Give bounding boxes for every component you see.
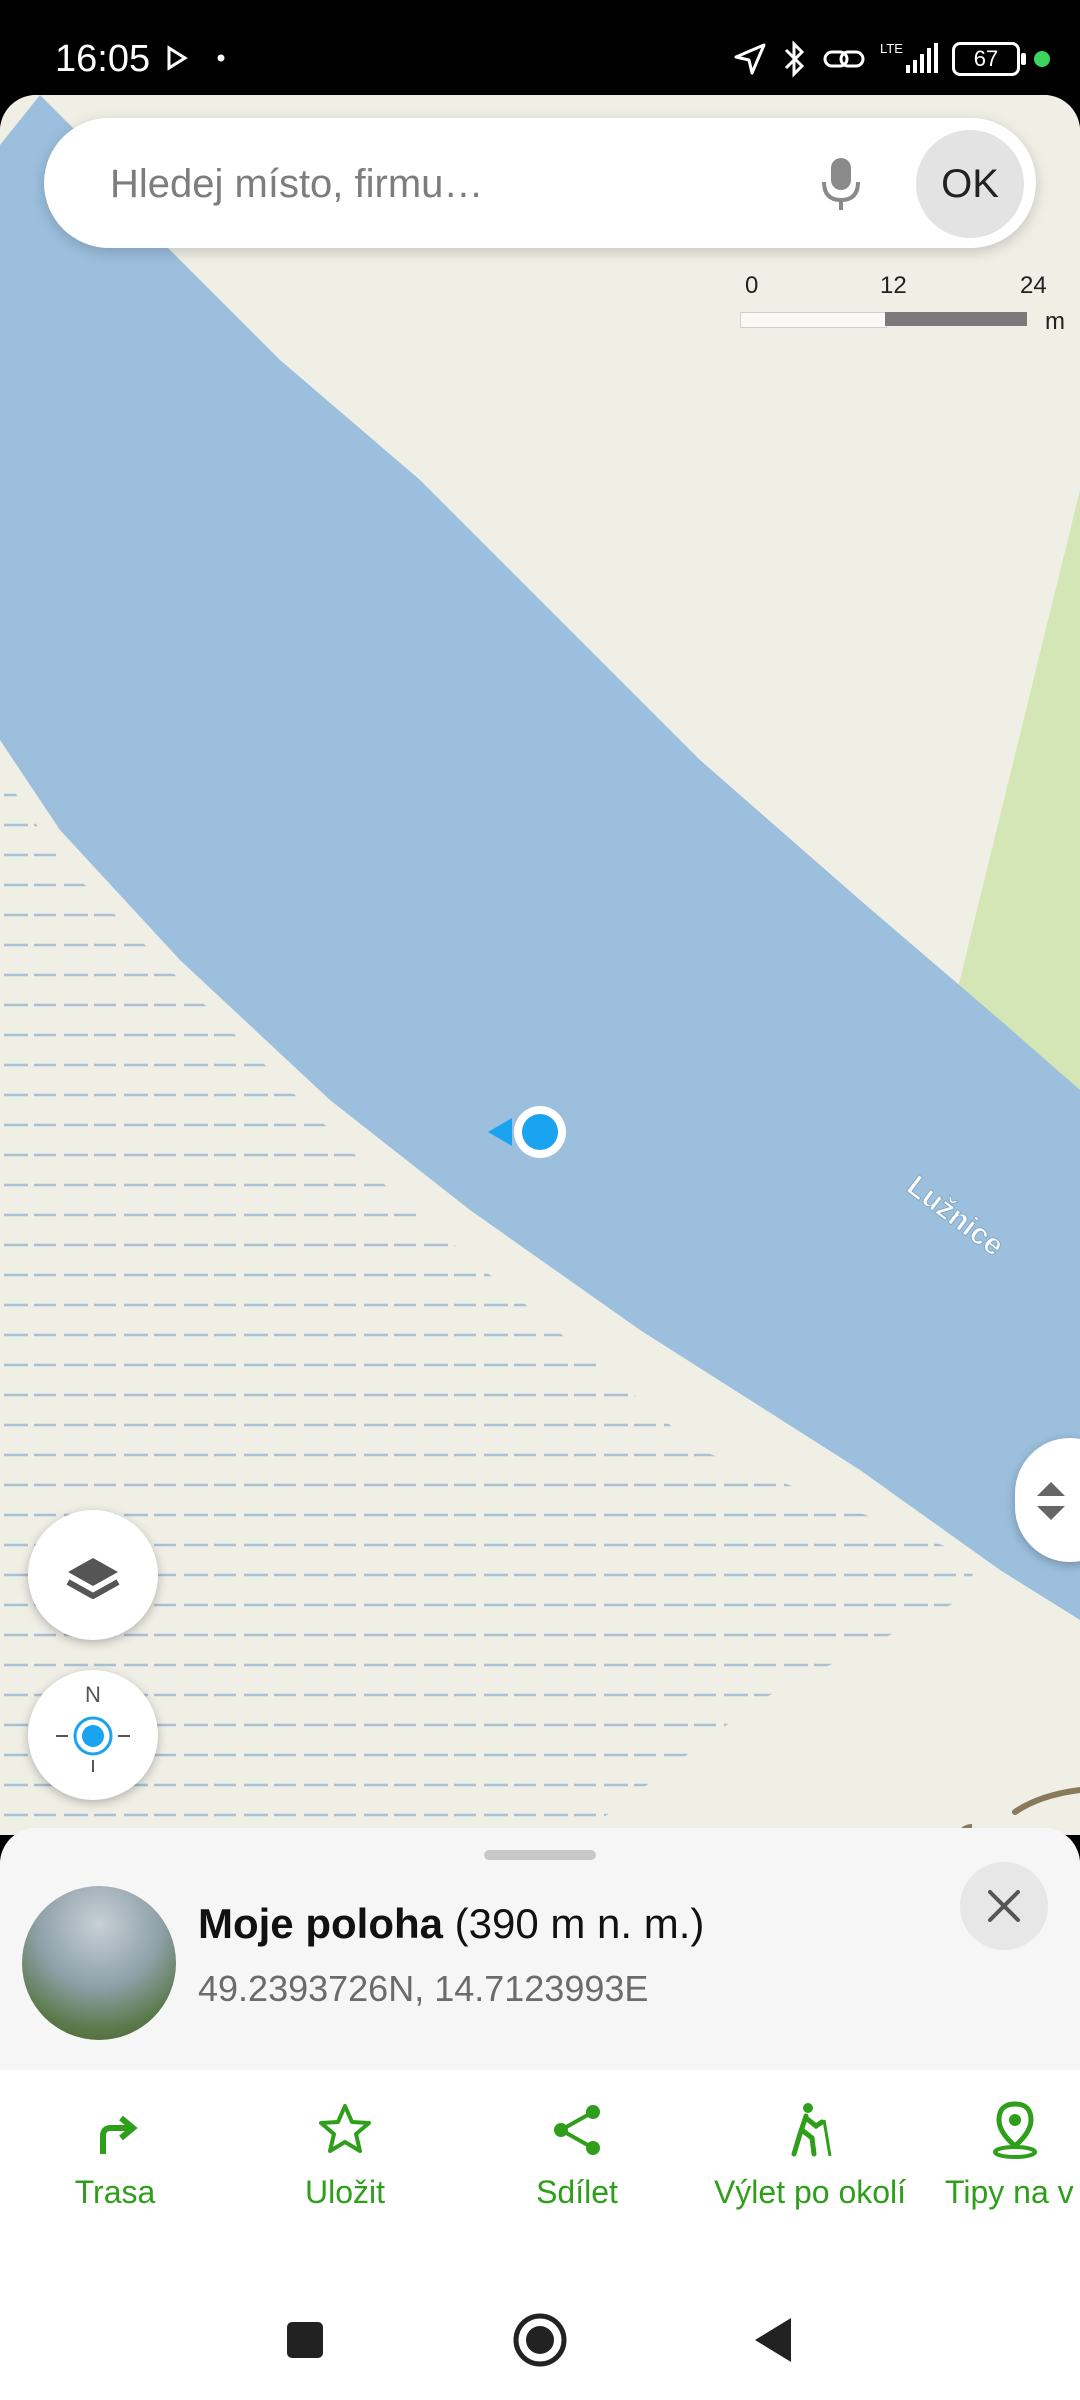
map-canvas[interactable]: Lužnice — [0, 95, 1080, 1835]
sheet-drag-handle[interactable] — [484, 1850, 596, 1860]
place-actions: Trasa Uložit Sdílet Výlet po okolí Tipy … — [0, 2100, 1080, 2250]
place-title: Moje poloha (390 m n. m.) — [198, 1900, 704, 1948]
search-ok-button[interactable]: OK — [916, 130, 1024, 238]
place-coordinates[interactable]: 49.2393726N, 14.7123993E — [198, 1968, 648, 2010]
status-bar: 16:05 LTE 67 — [0, 0, 1080, 95]
place-title-name: Moje poloha — [198, 1900, 443, 1947]
route-arrow-icon — [100, 2115, 138, 2154]
my-location-button[interactable]: N — [28, 1670, 158, 1800]
scale-unit: m — [1045, 308, 1065, 335]
place-photo[interactable] — [22, 1886, 176, 2040]
star-icon — [319, 2104, 371, 2153]
close-button[interactable] — [960, 1862, 1048, 1950]
play-icon — [167, 45, 225, 71]
scale-segment-dark — [885, 312, 1027, 326]
action-nearby-trip[interactable]: Výlet po okolí — [700, 2100, 920, 2250]
map-pin-icon — [993, 2101, 1037, 2159]
scale-tick-0: 0 — [745, 272, 759, 299]
place-title-elevation: (390 m n. m.) — [443, 1900, 705, 1947]
action-route[interactable]: Trasa — [50, 2100, 180, 2250]
action-tips-label: Tipy na v — [945, 2174, 1074, 2210]
system-navigation-bar — [0, 2280, 1080, 2400]
home-button-icon[interactable] — [510, 2310, 570, 2370]
svg-text:LTE: LTE — [880, 41, 903, 56]
action-nearby-trip-label: Výlet po okolí — [713, 2174, 907, 2210]
action-save-label: Uložit — [304, 2174, 385, 2210]
share-icon — [554, 2105, 600, 2155]
microphone-icon[interactable] — [816, 154, 866, 214]
privacy-indicator-dot — [1034, 51, 1050, 67]
map-layers-button[interactable] — [28, 1510, 158, 1640]
compass-north-label: N — [85, 1682, 101, 1707]
action-share-label: Sdílet — [536, 2174, 618, 2210]
place-header: Moje poloha (390 m n. m.) 49.2393726N, 1… — [0, 1828, 1080, 2070]
close-icon — [988, 1890, 1020, 1922]
battery-indicator: 67 — [952, 42, 1026, 76]
hiker-icon — [791, 2103, 832, 2157]
scale-tick-12: 12 — [880, 272, 907, 299]
action-tips[interactable]: Tipy na v — [945, 2100, 1080, 2250]
scale-tick-24: 24 — [1020, 272, 1047, 299]
compass-location-icon: N — [56, 1682, 130, 1772]
layers-icon — [66, 1558, 120, 1599]
status-left-icons — [165, 44, 225, 79]
recents-button-icon[interactable] — [275, 2310, 335, 2370]
location-arrow-icon — [734, 43, 766, 75]
map-graphics: Lužnice — [0, 95, 1080, 1835]
map-scale: 0 12 24 m — [740, 270, 1070, 340]
link-icon — [823, 50, 865, 68]
status-right-icons: LTE 67 — [732, 40, 1050, 78]
action-save[interactable]: Uložit — [280, 2100, 410, 2250]
action-share[interactable]: Sdílet — [512, 2100, 642, 2250]
tilt-arrows-icon — [1037, 1482, 1065, 1520]
scale-segment-light — [740, 312, 887, 328]
back-button-icon[interactable] — [745, 2310, 805, 2370]
status-time: 16:05 — [55, 38, 151, 80]
signal-icon: LTE — [880, 41, 938, 73]
search-input[interactable]: Hledej místo, firmu… — [110, 162, 483, 207]
bluetooth-icon — [784, 40, 805, 78]
search-bar[interactable]: Hledej místo, firmu… OK — [44, 118, 1036, 248]
map-tilt-button[interactable] — [1015, 1438, 1080, 1562]
action-route-label: Trasa — [74, 2174, 156, 2210]
